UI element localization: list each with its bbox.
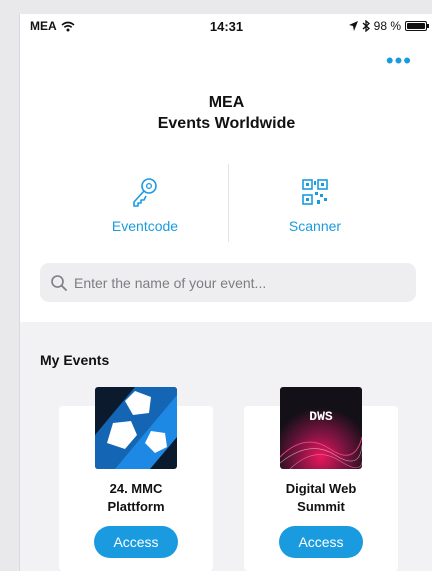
eventcode-button[interactable]: Eventcode: [70, 174, 220, 234]
action-row: Eventcode Scanner: [20, 164, 432, 244]
event-name: Digital Web Summit: [244, 480, 398, 516]
dws-logo-image: DWS: [280, 387, 362, 469]
access-button[interactable]: Access: [94, 526, 178, 558]
search-icon: [51, 274, 67, 291]
mmc-logo-image: [95, 387, 177, 469]
event-name-line-2: Plattform: [107, 499, 165, 514]
event-name-line-1: 24. MMC: [109, 481, 163, 496]
qr-code-icon: [302, 179, 328, 205]
key-icon: [133, 178, 157, 207]
battery-icon: [405, 21, 429, 31]
status-right-group: 98 %: [348, 19, 429, 33]
title-line-2: Events Worldwide: [157, 115, 296, 132]
event-name-line-2: Summit: [297, 499, 345, 514]
app-screen: MEA 14:31 98 % ••• MEA Events Worldwide: [19, 14, 432, 571]
bluetooth-icon: [362, 20, 370, 32]
my-events-section: My Events 24. MMC Plattform Access DWS D…: [20, 322, 432, 571]
event-card-mmc[interactable]: 24. MMC Plattform Access: [59, 387, 213, 571]
action-divider: [228, 164, 229, 242]
event-name: 24. MMC Plattform: [59, 480, 213, 516]
scanner-label: Scanner: [288, 218, 342, 234]
search-bar[interactable]: [40, 263, 416, 302]
scanner-button[interactable]: Scanner: [240, 174, 390, 234]
location-arrow-icon: [348, 21, 358, 31]
search-input[interactable]: [74, 274, 394, 291]
event-card-dws[interactable]: DWS Digital Web Summit Access: [244, 387, 398, 571]
eventcode-label: Eventcode: [111, 218, 179, 234]
page-title: MEA Events Worldwide: [20, 92, 432, 134]
event-name-line-1: Digital Web: [285, 481, 357, 496]
more-dots-icon[interactable]: •••: [386, 50, 412, 72]
dws-logo-text: DWS: [309, 409, 333, 424]
title-line-1: MEA: [208, 94, 245, 111]
battery-fill: [407, 23, 425, 29]
event-thumbnail-dws: DWS: [280, 387, 362, 469]
access-button[interactable]: Access: [279, 526, 363, 558]
event-thumbnail-mmc: [95, 387, 177, 469]
status-bar: MEA 14:31 98 %: [20, 14, 432, 36]
section-title: My Events: [40, 352, 110, 368]
battery-percent: 98 %: [373, 19, 401, 33]
